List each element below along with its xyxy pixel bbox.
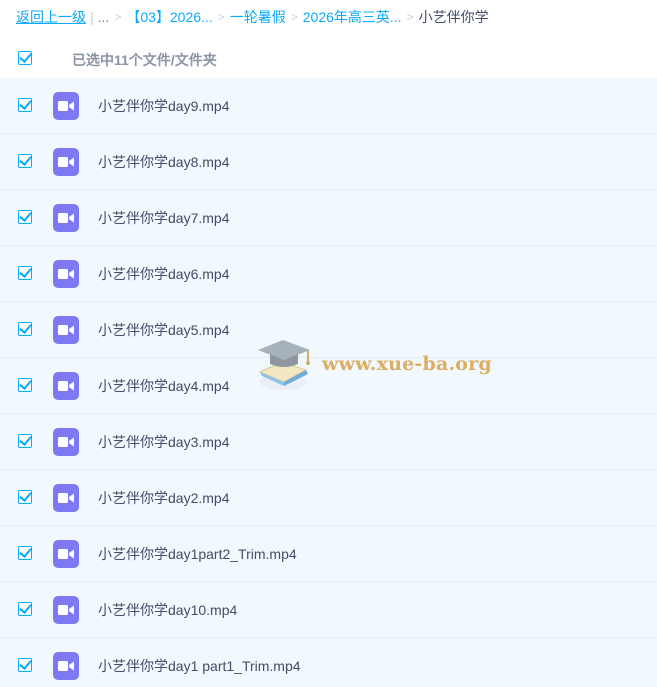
video-file-icon — [53, 260, 79, 288]
breadcrumb-item[interactable]: 一轮暑假 — [230, 7, 286, 27]
breadcrumb: 返回上一级 | ... > 【03】2026... > 一轮暑假 > 2026年… — [16, 0, 489, 34]
chevron-right-icon: > — [217, 10, 225, 24]
file-checkbox[interactable] — [18, 602, 32, 616]
video-file-icon — [53, 92, 79, 120]
file-name[interactable]: 小艺伴你学day10.mp4 — [98, 600, 237, 620]
file-row[interactable]: 小艺伴你学day9.mp4 — [0, 78, 657, 134]
breadcrumb-item[interactable]: 【03】2026... — [126, 7, 212, 27]
file-row[interactable]: 小艺伴你学day7.mp4 — [0, 190, 657, 246]
chevron-right-icon: > — [290, 10, 298, 24]
select-all-checkbox[interactable] — [18, 51, 32, 65]
video-file-icon — [53, 540, 79, 568]
selection-header: 已选中11个文件/文件夹 — [0, 40, 657, 76]
selected-count-label: 已选中11个文件/文件夹 — [72, 52, 217, 68]
video-file-icon — [53, 484, 79, 512]
file-name[interactable]: 小艺伴你学day8.mp4 — [98, 152, 229, 172]
file-name[interactable]: 小艺伴你学day1part2_Trim.mp4 — [98, 544, 297, 564]
file-checkbox[interactable] — [18, 658, 32, 672]
file-row[interactable]: 小艺伴你学day1 part1_Trim.mp4 — [0, 638, 657, 687]
chevron-right-icon: > — [406, 10, 414, 24]
video-file-icon — [53, 316, 79, 344]
file-row[interactable]: 小艺伴你学day10.mp4 — [0, 582, 657, 638]
file-checkbox[interactable] — [18, 434, 32, 448]
breadcrumb-ellipsis[interactable]: ... — [98, 9, 110, 25]
video-file-icon — [53, 596, 79, 624]
file-checkbox[interactable] — [18, 98, 32, 112]
back-to-parent-link[interactable]: 返回上一级 — [16, 7, 86, 27]
file-checkbox[interactable] — [18, 490, 32, 504]
video-file-icon — [53, 372, 79, 400]
video-file-icon — [53, 148, 79, 176]
file-checkbox[interactable] — [18, 546, 32, 560]
file-row[interactable]: 小艺伴你学day6.mp4 — [0, 246, 657, 302]
video-file-icon — [53, 428, 79, 456]
chevron-right-icon: > — [114, 10, 122, 24]
file-name[interactable]: 小艺伴你学day6.mp4 — [98, 264, 229, 284]
video-file-icon — [53, 652, 79, 680]
file-name[interactable]: 小艺伴你学day2.mp4 — [98, 488, 229, 508]
breadcrumb-current: 小艺伴你学 — [418, 9, 489, 25]
file-row[interactable]: 小艺伴你学day3.mp4 — [0, 414, 657, 470]
file-name[interactable]: 小艺伴你学day5.mp4 — [98, 320, 229, 340]
file-checkbox[interactable] — [18, 210, 32, 224]
file-checkbox[interactable] — [18, 378, 32, 392]
file-row[interactable]: 小艺伴你学day1part2_Trim.mp4 — [0, 526, 657, 582]
breadcrumb-item[interactable]: 2026年高三英... — [303, 7, 402, 27]
breadcrumb-divider: | — [90, 9, 94, 25]
file-row[interactable]: 小艺伴你学day8.mp4 — [0, 134, 657, 190]
file-list: 小艺伴你学day9.mp4 小艺伴你学day8.mp4 小艺伴你学day7.mp4 小… — [0, 78, 657, 687]
file-name[interactable]: 小艺伴你学day1 part1_Trim.mp4 — [98, 656, 301, 676]
file-name[interactable]: 小艺伴你学day4.mp4 — [98, 376, 229, 396]
file-row[interactable]: 小艺伴你学day5.mp4 — [0, 302, 657, 358]
file-name[interactable]: 小艺伴你学day7.mp4 — [98, 208, 229, 228]
file-name[interactable]: 小艺伴你学day9.mp4 — [98, 96, 229, 116]
file-checkbox[interactable] — [18, 322, 32, 336]
file-row[interactable]: 小艺伴你学day2.mp4 — [0, 470, 657, 526]
file-checkbox[interactable] — [18, 154, 32, 168]
file-row[interactable]: 小艺伴你学day4.mp4 — [0, 358, 657, 414]
file-name[interactable]: 小艺伴你学day3.mp4 — [98, 432, 229, 452]
file-browser-page: 返回上一级 | ... > 【03】2026... > 一轮暑假 > 2026年… — [0, 0, 657, 687]
file-checkbox[interactable] — [18, 266, 32, 280]
video-file-icon — [53, 204, 79, 232]
